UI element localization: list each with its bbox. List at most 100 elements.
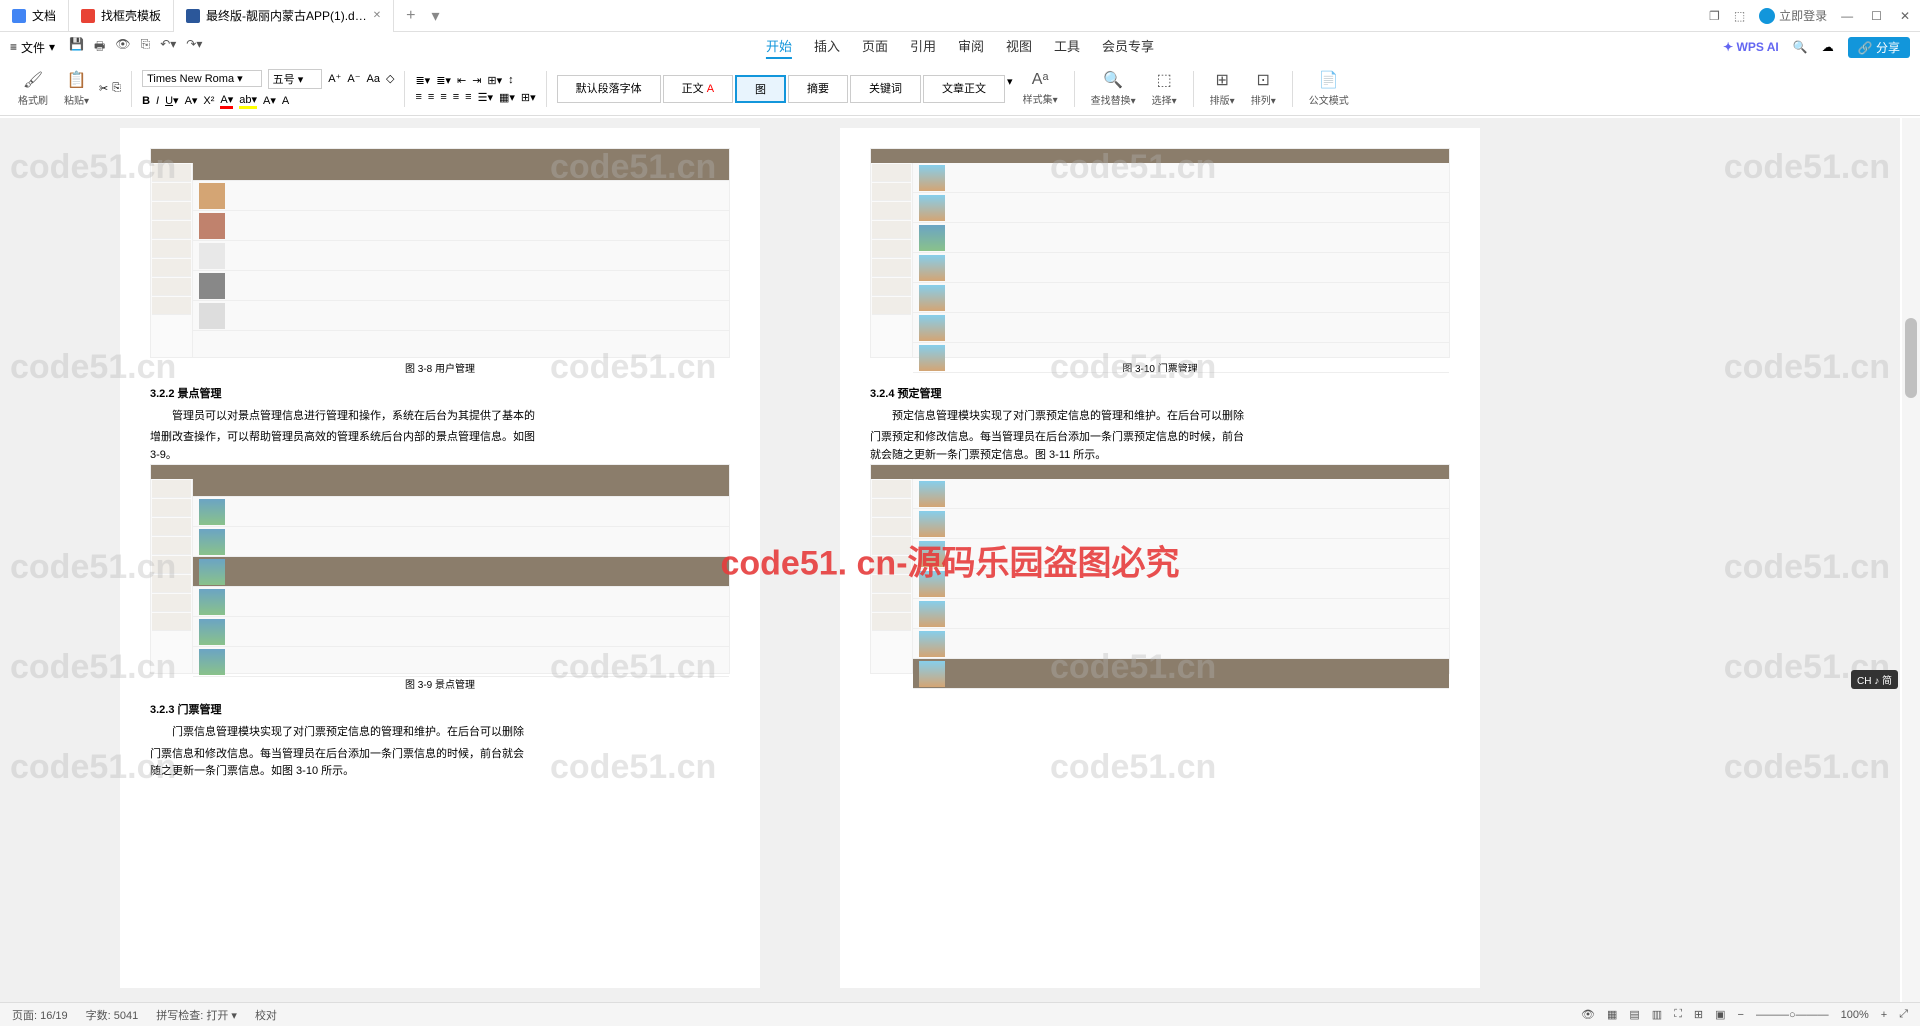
- clear-format-icon[interactable]: ◇: [386, 72, 394, 85]
- number-icon[interactable]: ≣▾: [436, 74, 451, 87]
- align-left-icon[interactable]: ≡: [415, 91, 421, 103]
- page-indicator[interactable]: 页面: 16/19: [12, 1007, 68, 1023]
- find-replace-button[interactable]: 🔍查找替换▾: [1085, 70, 1142, 107]
- zoom-out-icon[interactable]: −: [1738, 1009, 1744, 1021]
- tab-template[interactable]: 找框壳模板: [69, 0, 174, 32]
- watermark-bg: code51.cn: [10, 348, 176, 387]
- underline-icon[interactable]: U▾: [165, 94, 178, 107]
- share-button[interactable]: 🔗 分享: [1848, 37, 1910, 58]
- zoom-in-icon[interactable]: +: [1881, 1009, 1887, 1021]
- dropdown-icon[interactable]: ▾: [431, 6, 439, 26]
- search-icon[interactable]: 🔍: [1793, 40, 1808, 54]
- minimize-button[interactable]: —: [1841, 9, 1853, 23]
- print-icon[interactable]: 🖶: [94, 37, 105, 58]
- wps-ai-button[interactable]: ✦ WPS AI: [1723, 40, 1779, 54]
- tab-page[interactable]: 页面: [862, 36, 888, 59]
- italic-icon[interactable]: I: [156, 95, 159, 107]
- word-count[interactable]: 字数: 5041: [86, 1007, 139, 1023]
- shading-icon[interactable]: A▾: [263, 94, 276, 107]
- cube-icon[interactable]: ⬚: [1734, 9, 1745, 23]
- cloud-icon[interactable]: ☁: [1822, 40, 1834, 54]
- tab-docs[interactable]: 文档: [0, 0, 69, 32]
- add-tab-button[interactable]: +: [394, 7, 427, 25]
- indent-icon[interactable]: ⇥: [472, 74, 481, 87]
- change-case-icon[interactable]: Aa: [367, 73, 380, 85]
- increase-font-icon[interactable]: A⁺: [328, 72, 341, 85]
- font-color-icon[interactable]: A▾: [220, 93, 233, 109]
- view-read-icon[interactable]: 👁: [1581, 1008, 1595, 1021]
- select-button[interactable]: ⬚选择▾: [1146, 70, 1183, 107]
- close-button[interactable]: ✕: [1900, 9, 1910, 23]
- sort-button[interactable]: ⊞排版▾: [1204, 70, 1241, 107]
- view-fullscreen-icon[interactable]: ⛶: [1674, 1008, 1682, 1021]
- linespacing-icon[interactable]: ☰▾: [478, 91, 493, 104]
- redo-icon[interactable]: ↷▾: [186, 37, 202, 58]
- view-outline-icon[interactable]: ▥: [1652, 1008, 1662, 1021]
- paragraph-shading-icon[interactable]: ▦▾: [499, 91, 515, 104]
- border-icon[interactable]: ⊞▾: [521, 91, 536, 104]
- figure-3-11: [870, 464, 1450, 674]
- preview-icon[interactable]: 👁: [115, 37, 130, 58]
- proof-status[interactable]: 校对: [255, 1007, 277, 1023]
- align-right-icon[interactable]: ≡: [440, 91, 446, 103]
- vertical-scrollbar[interactable]: [1902, 118, 1920, 1002]
- scrollbar-thumb[interactable]: [1905, 318, 1917, 398]
- undo-icon[interactable]: ↶▾: [160, 37, 176, 58]
- tab-reference[interactable]: 引用: [910, 36, 936, 59]
- layout-icon2[interactable]: ▣: [1715, 1008, 1725, 1021]
- login-link[interactable]: 立即登录: [1759, 7, 1827, 24]
- tab-member[interactable]: 会员专享: [1102, 36, 1154, 59]
- fontsize-combo[interactable]: 五号 ▾: [268, 69, 323, 89]
- strike-icon[interactable]: A▾: [185, 94, 198, 107]
- style-summary[interactable]: 摘要: [788, 75, 848, 103]
- arrange-button[interactable]: ⊡排列▾: [1245, 70, 1282, 107]
- style-article[interactable]: 文章正文: [923, 75, 1005, 103]
- window-icon[interactable]: ❐: [1709, 9, 1720, 23]
- watermark-bg: code51.cn: [550, 748, 716, 787]
- styles-set-button[interactable]: Aᵃ样式集▾: [1017, 71, 1064, 106]
- decrease-font-icon[interactable]: A⁻: [347, 72, 360, 85]
- save-icon[interactable]: 💾: [69, 37, 84, 58]
- tab-view[interactable]: 视图: [1006, 36, 1032, 59]
- fit-icon[interactable]: ⤢: [1899, 1008, 1908, 1021]
- copy-icon[interactable]: ⎘: [112, 82, 121, 95]
- maximize-button[interactable]: ☐: [1871, 9, 1882, 23]
- style-keyword[interactable]: 关键词: [850, 75, 921, 103]
- tab-review[interactable]: 审阅: [958, 36, 984, 59]
- language-badge[interactable]: CH ♪ 简: [1851, 670, 1898, 689]
- sort-icon[interactable]: ↕: [508, 74, 514, 86]
- tab-tools[interactable]: 工具: [1054, 36, 1080, 59]
- document-canvas[interactable]: 图 3-8 用户管理 3.2.2 景点管理 管理员可以对景点管理信息进行管理和操…: [0, 118, 1900, 1002]
- font-combo[interactable]: Times New Roma ▾: [142, 70, 262, 87]
- superscript-icon[interactable]: X²: [203, 95, 214, 107]
- spellcheck-status[interactable]: 拼写检查: 打开 ▾: [156, 1007, 237, 1023]
- doc-mode-button[interactable]: 📄公文模式: [1303, 70, 1355, 107]
- file-menu[interactable]: ≡文件▾: [10, 39, 55, 56]
- justify-icon[interactable]: ≡: [453, 91, 459, 103]
- style-body[interactable]: 正文 A: [663, 75, 733, 103]
- export-icon[interactable]: ⎘: [141, 37, 151, 58]
- tab-document[interactable]: 最终版-靓丽内蒙古APP(1).d…✕: [174, 0, 394, 32]
- bullet-icon[interactable]: ≣▾: [415, 74, 430, 87]
- tab-insert[interactable]: 插入: [814, 36, 840, 59]
- format-brush-button[interactable]: 🖌格式刷: [12, 70, 54, 107]
- view-web-icon[interactable]: ▤: [1629, 1008, 1639, 1021]
- outdent-icon[interactable]: ⇤: [457, 74, 466, 87]
- cut-icon[interactable]: ✂: [99, 82, 108, 95]
- layout-icon[interactable]: ⊞: [1694, 1008, 1703, 1021]
- tab-start[interactable]: 开始: [766, 36, 792, 59]
- close-icon[interactable]: ✕: [373, 10, 381, 21]
- view-print-icon[interactable]: ▦: [1607, 1008, 1617, 1021]
- distribute-icon[interactable]: ≡: [465, 91, 471, 103]
- highlight-icon[interactable]: ab▾: [239, 93, 257, 109]
- effects-icon[interactable]: A: [282, 95, 289, 107]
- bold-icon[interactable]: B: [142, 95, 150, 107]
- zoom-level[interactable]: 100%: [1841, 1009, 1869, 1021]
- tab-icon[interactable]: ⊞▾: [487, 74, 502, 87]
- styles-more-icon[interactable]: ▾: [1007, 75, 1013, 103]
- body-text: 增删改查操作，可以帮助管理员高效的管理系统后台内部的景点管理信息。如图: [150, 429, 730, 447]
- style-pic[interactable]: 图: [735, 75, 786, 103]
- align-center-icon[interactable]: ≡: [428, 91, 434, 103]
- paste-button[interactable]: 📋粘贴▾: [58, 70, 95, 107]
- style-default[interactable]: 默认段落字体: [557, 75, 661, 103]
